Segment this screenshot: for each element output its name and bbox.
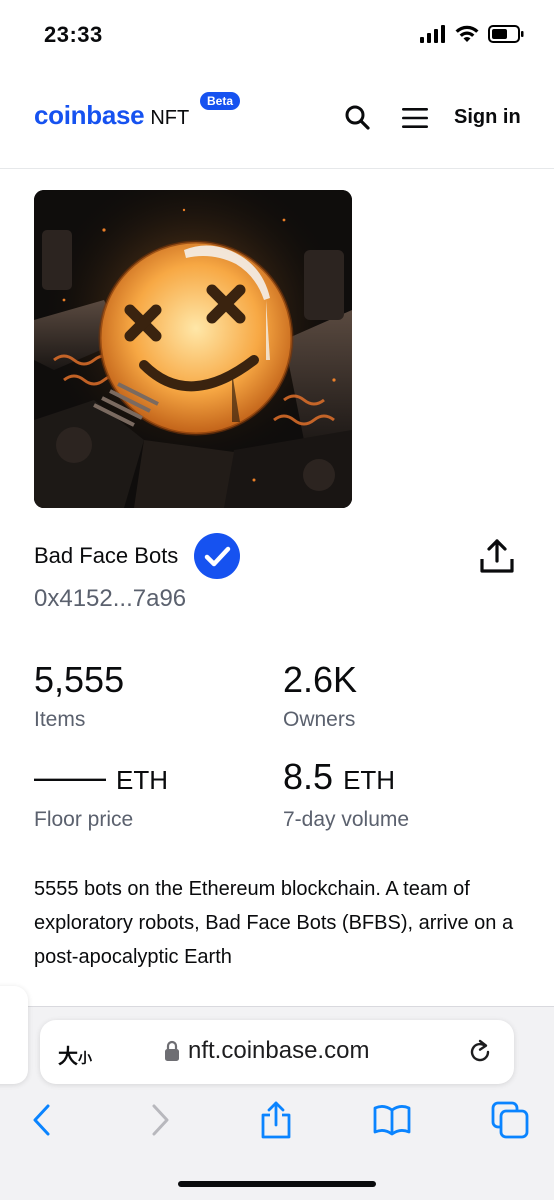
stat-items-value: 5,555: [34, 659, 125, 700]
stat-owners-value: 2.6K: [283, 659, 358, 700]
share-icon[interactable]: [478, 537, 516, 575]
coinbase-nft-logo[interactable]: coinbase NFT Beta: [34, 92, 241, 131]
text-size-button[interactable]: 大小: [58, 1040, 92, 1069]
url-text: nft.coinbase.com: [188, 1037, 370, 1064]
site-header: coinbase NFT Beta Sign in: [0, 70, 554, 169]
stat-floor-value: —— ETH: [34, 757, 168, 800]
back-icon[interactable]: [22, 1100, 62, 1140]
collection-title-row: Bad Face Bots: [34, 533, 520, 579]
tabs-icon[interactable]: [490, 1100, 530, 1140]
wifi-icon: [455, 25, 479, 42]
status-icons: [420, 24, 524, 44]
volume-value: 8.5: [283, 756, 334, 797]
share-icon[interactable]: [256, 1100, 296, 1140]
search-icon[interactable]: [344, 104, 370, 130]
home-indicator: [178, 1181, 376, 1187]
floor-value: ——: [34, 756, 106, 797]
collection-description: 5555 bots on the Ethereum blockchain. A …: [34, 878, 514, 968]
forward-icon[interactable]: [140, 1100, 180, 1140]
status-time: 23:33: [44, 22, 103, 47]
stat-floor-price: —— ETH Floor price: [34, 757, 168, 832]
stat-items: 5,555 Items: [34, 660, 124, 732]
lock-icon: [165, 1040, 179, 1061]
beta-badge: Beta: [200, 92, 241, 110]
reload-icon[interactable]: [466, 1038, 494, 1066]
previous-tab-preview[interactable]: [0, 986, 28, 1084]
status-bar: 23:33: [0, 0, 554, 70]
menu-icon[interactable]: [402, 106, 428, 130]
address-bar[interactable]: 大小 nft.coinbase.com: [40, 1020, 514, 1084]
stat-owners: 2.6K Owners: [283, 660, 357, 732]
bad-face-bot-artwork: [34, 190, 352, 508]
collection-name: Bad Face Bots: [34, 543, 179, 568]
stat-items-label: Items: [34, 708, 86, 731]
bookmarks-icon[interactable]: [372, 1100, 412, 1140]
brand-name: coinbase: [34, 100, 145, 130]
battery-icon: [488, 25, 524, 43]
brand-product: NFT: [150, 107, 190, 129]
contract-address[interactable]: 0x4152...7a96: [34, 585, 186, 613]
stat-volume: 8.5 ETH 7-day volume: [283, 757, 409, 832]
stat-volume-value: 8.5 ETH: [283, 757, 409, 800]
stat-floor-label: Floor price: [34, 808, 134, 831]
cellular-signal-icon: [420, 25, 445, 43]
text-size-large: 大: [58, 1046, 78, 1068]
verified-check-icon: [194, 533, 240, 579]
volume-unit: ETH: [343, 765, 396, 795]
sign-in-link[interactable]: Sign in: [454, 106, 521, 129]
stat-volume-label: 7-day volume: [283, 808, 410, 831]
floor-unit: ETH: [116, 765, 169, 795]
text-size-small: 小: [78, 1050, 92, 1066]
collection-image[interactable]: [34, 190, 352, 508]
stat-owners-label: Owners: [283, 708, 356, 731]
